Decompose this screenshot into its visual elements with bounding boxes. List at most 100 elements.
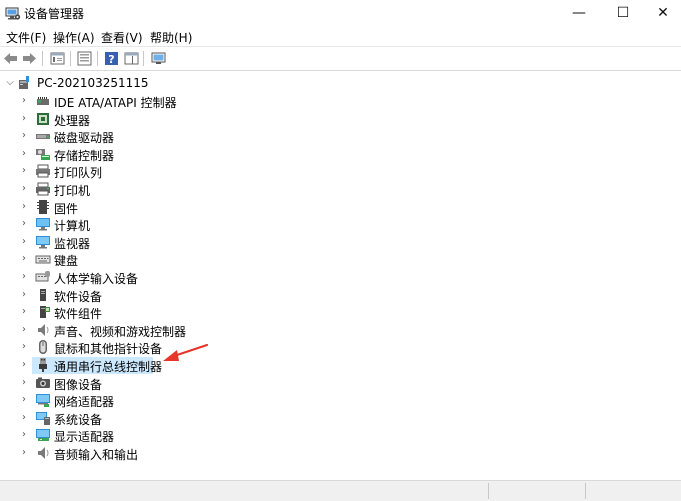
tree-root[interactable]: ⌵ PC-202103251115: [0, 75, 681, 92]
tree-item-label: 存储控制器: [54, 148, 115, 163]
chevron-right-icon[interactable]: ›: [19, 217, 29, 231]
chevron-right-icon[interactable]: ›: [19, 376, 29, 390]
tree-item[interactable]: › 音频输入和输出: [0, 445, 681, 462]
minimize-button[interactable]: —: [556, 0, 602, 26]
tree-item-label: 打印机: [54, 184, 91, 198]
tree-item[interactable]: › 通用串行总线控制器: [0, 357, 681, 374]
tree-item[interactable]: › 打印队列: [0, 163, 681, 180]
usb-icon: [39, 358, 47, 372]
mouse-icon: [39, 340, 47, 355]
annotation-arrow: [163, 343, 209, 361]
tree-item-label: 音频输入和输出: [54, 448, 139, 462]
window-title: 设备管理器: [24, 7, 85, 21]
close-button[interactable]: ✕: [640, 0, 681, 26]
tree-item-label: 显示适配器: [54, 430, 115, 445]
show-hide-console-tree-icon[interactable]: [76, 50, 93, 67]
chevron-right-icon[interactable]: ›: [19, 411, 29, 425]
menu-help[interactable]: 帮助(H): [150, 29, 192, 46]
menu-file[interactable]: 文件(F): [6, 29, 46, 46]
chevron-right-icon[interactable]: ›: [19, 358, 29, 372]
disk-drive-icon: [36, 134, 50, 140]
device-tree: ⌵ PC-202103251115 › IDE ATA/ATAPI 控制器 › 处理器…: [0, 71, 681, 479]
chevron-right-icon[interactable]: ›: [19, 393, 29, 407]
tree-item-label: 计算机: [54, 219, 91, 234]
tree-item[interactable]: › 处理器: [0, 111, 681, 128]
monitor-scan-icon[interactable]: [150, 50, 167, 67]
action-pane-icon[interactable]: [123, 50, 140, 67]
network-adapter-icon: [36, 394, 50, 408]
chevron-right-icon[interactable]: ›: [19, 288, 29, 302]
status-bar-divider: [585, 483, 586, 499]
ide-controller-icon: [37, 97, 49, 105]
chevron-down-icon[interactable]: ⌵: [5, 76, 15, 90]
device-manager-app-icon: [5, 7, 21, 20]
chevron-right-icon[interactable]: ›: [19, 129, 29, 143]
chevron-right-icon[interactable]: ›: [19, 446, 29, 460]
tree-item[interactable]: › 图像设备: [0, 375, 681, 392]
tree-item[interactable]: › 磁盘驱动器: [0, 128, 681, 145]
menu-action[interactable]: 操作(A): [53, 29, 95, 46]
camera-icon: [36, 377, 50, 388]
tree-item[interactable]: › 计算机: [0, 216, 681, 233]
printer-icon: [36, 182, 50, 196]
tree-item[interactable]: › 鼠标和其他指针设备: [0, 339, 681, 356]
tree-item[interactable]: › IDE ATA/ATAPI 控制器: [0, 93, 681, 110]
chevron-right-icon[interactable]: ›: [19, 235, 29, 249]
tree-item-label: 人体学输入设备: [54, 272, 139, 286]
tree-item-label: 声音、视频和游戏控制器: [54, 324, 187, 339]
tree-item-label: 网络适配器: [54, 395, 115, 410]
tree-item[interactable]: › 人体学输入设备: [0, 269, 681, 286]
tree-item-label: 监视器: [54, 236, 91, 251]
tree-item-label: 通用串行总线控制器: [54, 360, 163, 374]
software-component-icon: [40, 306, 50, 319]
tree-item-label: 键盘: [54, 254, 79, 269]
system-device-icon: [36, 411, 50, 425]
computer-root-icon: [19, 76, 29, 89]
tree-item[interactable]: › 固件: [0, 199, 681, 216]
help-icon[interactable]: ?: [103, 50, 120, 67]
tree-item[interactable]: › 显示适配器: [0, 427, 681, 444]
tree-item-label: 固件: [54, 201, 79, 216]
display-adapter-icon: [36, 429, 50, 442]
menu-view[interactable]: 查看(V): [101, 29, 143, 46]
tree-item[interactable]: › 系统设备: [0, 410, 681, 427]
toolbar-separator: [143, 51, 144, 66]
tree-item-label: 处理器: [54, 113, 91, 128]
tree-item[interactable]: › 存储控制器: [0, 146, 681, 163]
chevron-right-icon[interactable]: ›: [19, 182, 29, 196]
minimize-icon: —: [572, 5, 586, 21]
tree-item[interactable]: › 网络适配器: [0, 392, 681, 409]
toolbar-separator: [70, 51, 71, 66]
chevron-right-icon[interactable]: ›: [19, 323, 29, 337]
forward-arrow-icon[interactable]: [21, 50, 38, 67]
menu-bar: 文件(F) 操作(A) 查看(V) 帮助(H): [0, 26, 681, 47]
tree-item[interactable]: › 软件设备: [0, 287, 681, 304]
hid-icon: [35, 271, 50, 282]
chevron-right-icon[interactable]: ›: [19, 270, 29, 284]
speaker-icon: [38, 323, 49, 336]
back-arrow-icon[interactable]: [2, 50, 19, 67]
title-bar: 设备管理器 — ☐ ✕: [0, 0, 681, 26]
chevron-right-icon[interactable]: ›: [19, 428, 29, 442]
tree-item[interactable]: › 打印机: [0, 181, 681, 198]
properties-icon[interactable]: [49, 50, 66, 67]
processor-icon: [37, 112, 49, 125]
tree-root-label: PC-202103251115: [37, 76, 149, 90]
tree-item[interactable]: › 声音、视频和游戏控制器: [0, 322, 681, 339]
chevron-right-icon[interactable]: ›: [19, 252, 29, 266]
tree-item[interactable]: › 键盘: [0, 251, 681, 268]
chevron-right-icon[interactable]: ›: [19, 94, 29, 108]
chevron-right-icon[interactable]: ›: [19, 340, 29, 354]
chevron-right-icon[interactable]: ›: [19, 305, 29, 319]
chevron-right-icon[interactable]: ›: [19, 164, 29, 178]
chevron-right-icon[interactable]: ›: [19, 200, 29, 214]
chevron-right-icon[interactable]: ›: [19, 147, 29, 161]
storage-controller-icon: [36, 148, 50, 160]
tree-item-label: 鼠标和其他指针设备: [54, 342, 163, 357]
tree-item[interactable]: › 监视器: [0, 234, 681, 251]
close-icon: ✕: [657, 5, 669, 21]
toolbar-separator: [42, 51, 43, 66]
tree-item[interactable]: › 软件组件: [0, 304, 681, 321]
toolbar: ?: [0, 47, 681, 71]
chevron-right-icon[interactable]: ›: [19, 112, 29, 126]
